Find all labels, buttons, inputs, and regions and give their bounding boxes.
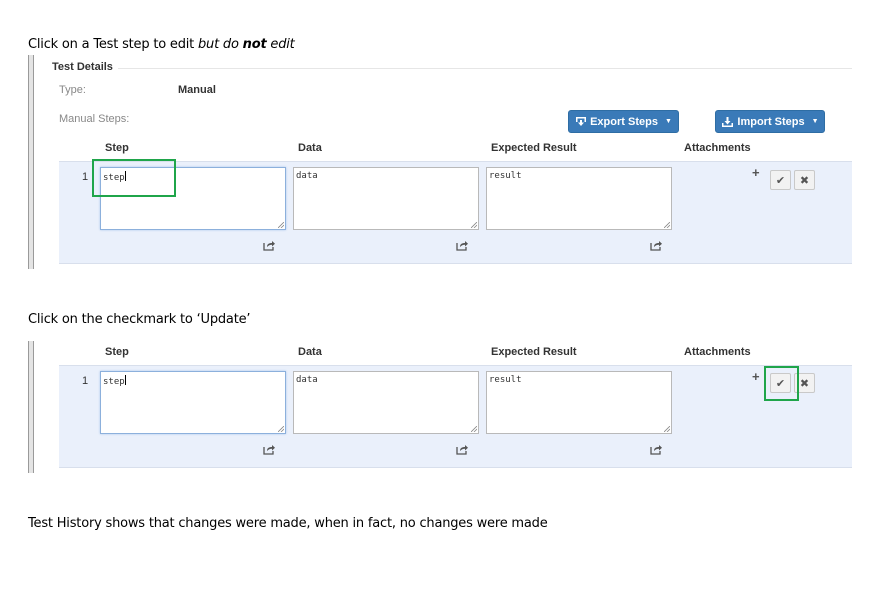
plus-icon[interactable]: +: [752, 165, 760, 180]
column-header-attachments: Attachments: [684, 346, 751, 358]
close-icon: ✖: [799, 377, 810, 390]
column-header-attachments: Attachments: [684, 142, 751, 154]
result-text: result: [489, 171, 522, 181]
share-icon[interactable]: [263, 240, 275, 251]
column-header-data: Data: [298, 346, 322, 358]
intro-text-bold: not: [242, 37, 267, 52]
data-textarea[interactable]: data: [293, 167, 479, 230]
highlight-box-checkmark: [764, 366, 799, 401]
close-icon: ✖: [799, 174, 810, 187]
type-value: Manual: [178, 84, 216, 96]
column-header-data: Data: [298, 142, 322, 154]
share-icon[interactable]: [650, 444, 662, 455]
type-label: Type:: [59, 84, 86, 96]
intro-text: Click on a Test step to edit but do not …: [28, 37, 295, 52]
result-text: result: [489, 375, 522, 385]
data-text: data: [296, 375, 318, 385]
import-steps-button[interactable]: Import Steps ▼: [715, 110, 825, 133]
resize-grip-icon[interactable]: [471, 426, 477, 432]
resize-grip-icon[interactable]: [664, 426, 670, 432]
row-number: 1: [82, 375, 89, 387]
export-steps-button[interactable]: Export Steps ▼: [568, 110, 679, 133]
expected-result-textarea[interactable]: result: [486, 167, 672, 230]
left-bar: [28, 55, 34, 269]
cancel-button[interactable]: ✖: [794, 170, 815, 190]
row-number: 1: [82, 171, 89, 183]
manual-steps-label: Manual Steps:: [59, 113, 130, 125]
step-text: step: [103, 377, 125, 387]
section-divider: [118, 68, 852, 69]
data-text: data: [296, 171, 318, 181]
intro-text-italic-end: edit: [266, 37, 295, 52]
import-steps-label: Import Steps: [737, 115, 805, 128]
text-cursor: [124, 375, 126, 385]
resize-grip-icon[interactable]: [278, 222, 284, 228]
step-textarea[interactable]: step: [100, 371, 286, 434]
caret-down-icon: ▼: [664, 118, 672, 125]
expected-result-textarea[interactable]: result: [486, 371, 672, 434]
share-icon[interactable]: [456, 444, 468, 455]
resize-grip-icon[interactable]: [664, 222, 670, 228]
export-icon: [575, 116, 587, 127]
left-bar: [28, 341, 34, 473]
import-icon: [721, 116, 734, 128]
caret-down-icon: ▼: [811, 118, 819, 125]
footer-text: Test History shows that changes were mad…: [28, 516, 548, 531]
confirm-button[interactable]: ✔: [770, 170, 791, 190]
highlight-box-step: [92, 159, 176, 197]
column-header-expected-result: Expected Result: [491, 346, 577, 358]
section-title: Test Details: [52, 61, 113, 73]
plus-icon[interactable]: +: [752, 369, 760, 384]
intro-text-part: Click on a Test step to edit: [28, 37, 198, 52]
column-header-expected-result: Expected Result: [491, 142, 577, 154]
check-icon: ✔: [775, 174, 786, 187]
resize-grip-icon[interactable]: [471, 222, 477, 228]
instruction-text: Click on the checkmark to ‘Update’: [28, 312, 251, 327]
export-steps-label: Export Steps: [590, 115, 658, 128]
data-textarea[interactable]: data: [293, 371, 479, 434]
share-icon[interactable]: [263, 444, 275, 455]
column-header-step: Step: [105, 346, 129, 358]
resize-grip-icon[interactable]: [278, 426, 284, 432]
share-icon[interactable]: [650, 240, 662, 251]
share-icon[interactable]: [456, 240, 468, 251]
column-header-step: Step: [105, 142, 129, 154]
intro-text-italic: but do: [198, 37, 243, 52]
